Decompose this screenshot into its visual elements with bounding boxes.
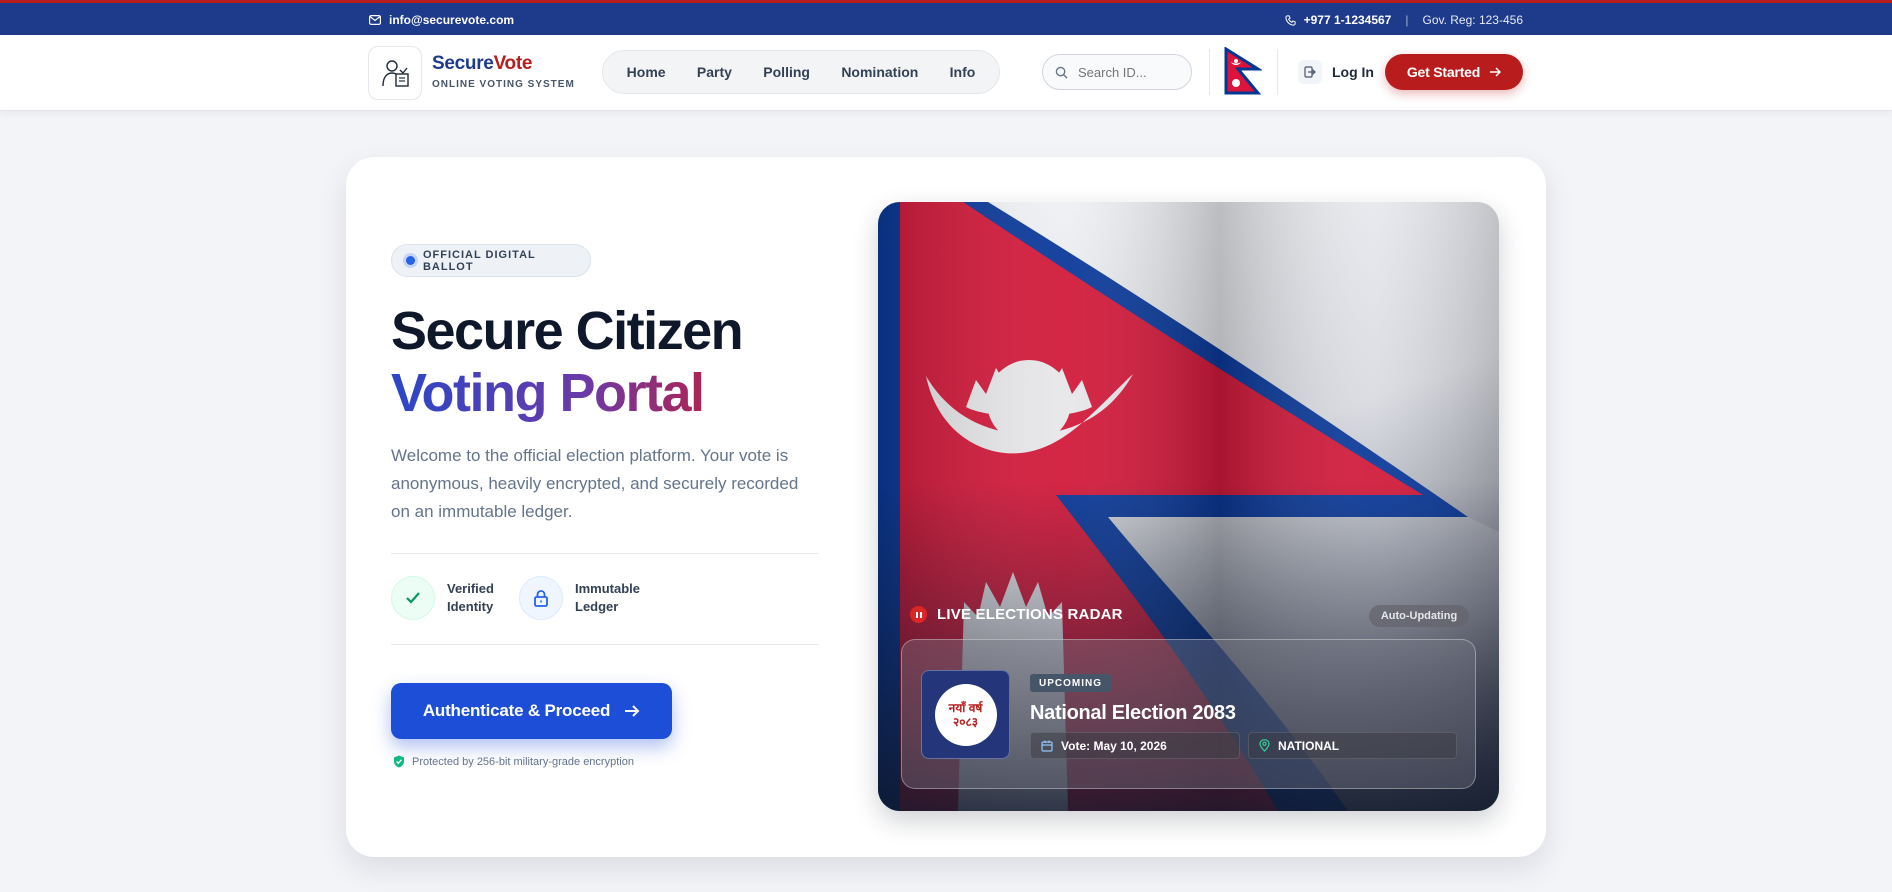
main-navbar: SecureVote ONLINE VOTING SYSTEM Home Par…	[0, 35, 1892, 111]
arrow-right-icon	[1490, 67, 1502, 77]
feature-immutable-ledger: Immutable Ledger	[519, 576, 655, 620]
feature-label: Immutable Ledger	[575, 581, 641, 614]
contact-phone[interactable]: +977 1-1234567	[1285, 13, 1392, 27]
divider	[391, 644, 818, 645]
email-text: info@securevote.com	[389, 13, 515, 27]
get-started-button[interactable]: Get Started	[1385, 54, 1523, 90]
election-logo: नयाँ वर्ष २०८३	[921, 670, 1010, 759]
logo-text-line-2: २०८३	[953, 714, 978, 729]
shield-check-icon	[394, 755, 404, 768]
encryption-note: Protected by 256-bit military-grade encr…	[393, 755, 634, 768]
nav-links: Home Party Polling Nomination Info	[602, 50, 1000, 94]
status-badge: UPCOMING	[1030, 674, 1111, 692]
brand-name[interactable]: SecureVote ONLINE VOTING SYSTEM	[432, 53, 575, 90]
login-button[interactable]: Log In	[1298, 60, 1374, 84]
brand-name-part2: Vote	[493, 53, 533, 74]
election-card[interactable]: नयाँ वर्ष २०८३ UPCOMING National Electio…	[901, 639, 1476, 789]
scope-chip: NATIONAL	[1248, 732, 1457, 759]
calendar-icon	[1041, 740, 1053, 752]
nav-item-party[interactable]: Party	[697, 64, 732, 80]
feature-verified-identity: Verified Identity	[391, 576, 527, 620]
page-title: Secure Citizen Voting Portal	[391, 300, 744, 424]
vote-date-chip: Vote: May 10, 2026	[1030, 732, 1240, 759]
topbar-separator: |	[1405, 13, 1409, 27]
official-ballot-badge: OFFICIAL DIGITAL BALLOT	[391, 244, 591, 277]
location-pin-icon	[1259, 739, 1270, 752]
election-scope: NATIONAL	[1278, 738, 1340, 753]
arrow-right-icon	[625, 705, 640, 717]
phone-text: +977 1-1234567	[1303, 13, 1392, 27]
phone-icon	[1285, 14, 1296, 26]
navbar-divider	[1277, 49, 1278, 95]
search-box[interactable]	[1042, 54, 1192, 90]
contact-email[interactable]: info@securevote.com	[369, 13, 514, 27]
brand-subtitle: ONLINE VOTING SYSTEM	[432, 79, 575, 90]
encryption-note-text: Protected by 256-bit military-grade encr…	[412, 755, 634, 768]
status-dot-icon	[406, 256, 415, 265]
pause-icon[interactable]	[910, 606, 927, 623]
election-title: National Election 2083	[1030, 702, 1236, 724]
badge-label: OFFICIAL DIGITAL BALLOT	[422, 248, 536, 273]
lock-icon	[519, 576, 563, 620]
ballot-emblem-icon	[382, 60, 409, 87]
auto-updating-badge: Auto-Updating	[1369, 605, 1469, 627]
logo-text-line-1: नयाँ वर्ष	[948, 700, 983, 715]
nav-item-polling[interactable]: Polling	[763, 64, 810, 80]
search-icon	[1055, 66, 1068, 79]
nav-item-info[interactable]: Info	[950, 64, 976, 80]
check-icon	[391, 576, 435, 620]
vote-date: Vote: May 10, 2026	[1061, 738, 1167, 753]
gov-registration: Gov. Reg: 123-456	[1422, 13, 1523, 27]
mail-icon	[369, 15, 381, 25]
live-radar-heading: LIVE ELECTIONS RADAR	[910, 606, 1123, 623]
brand-logo[interactable]	[368, 46, 422, 100]
top-info-bar: info@securevote.com +977 1-1234567 | Gov…	[0, 0, 1892, 35]
nav-item-home[interactable]: Home	[627, 64, 666, 80]
hero-description: Welcome to the official election platfor…	[391, 446, 799, 521]
get-started-label: Get Started	[1406, 64, 1481, 80]
title-line-1: Secure Citizen	[391, 301, 744, 361]
authenticate-proceed-button[interactable]: Authenticate & Proceed	[391, 683, 672, 739]
navbar-divider	[1209, 49, 1210, 95]
brand-name-part1: Secure	[432, 53, 494, 74]
divider	[391, 553, 818, 554]
elections-radar-panel: LIVE ELECTIONS RADAR Auto-Updating नयाँ …	[878, 202, 1499, 811]
nav-item-nomination[interactable]: Nomination	[841, 64, 918, 80]
title-line-2: Voting Portal	[391, 362, 742, 424]
nepal-flag-icon	[1224, 47, 1262, 95]
search-input[interactable]	[1078, 64, 1178, 80]
cta-label: Authenticate & Proceed	[422, 701, 611, 720]
feature-label: Verified Identity	[447, 581, 494, 614]
login-label: Log In	[1332, 64, 1374, 80]
radar-title: LIVE ELECTIONS RADAR	[937, 606, 1123, 623]
login-icon	[1298, 60, 1322, 84]
